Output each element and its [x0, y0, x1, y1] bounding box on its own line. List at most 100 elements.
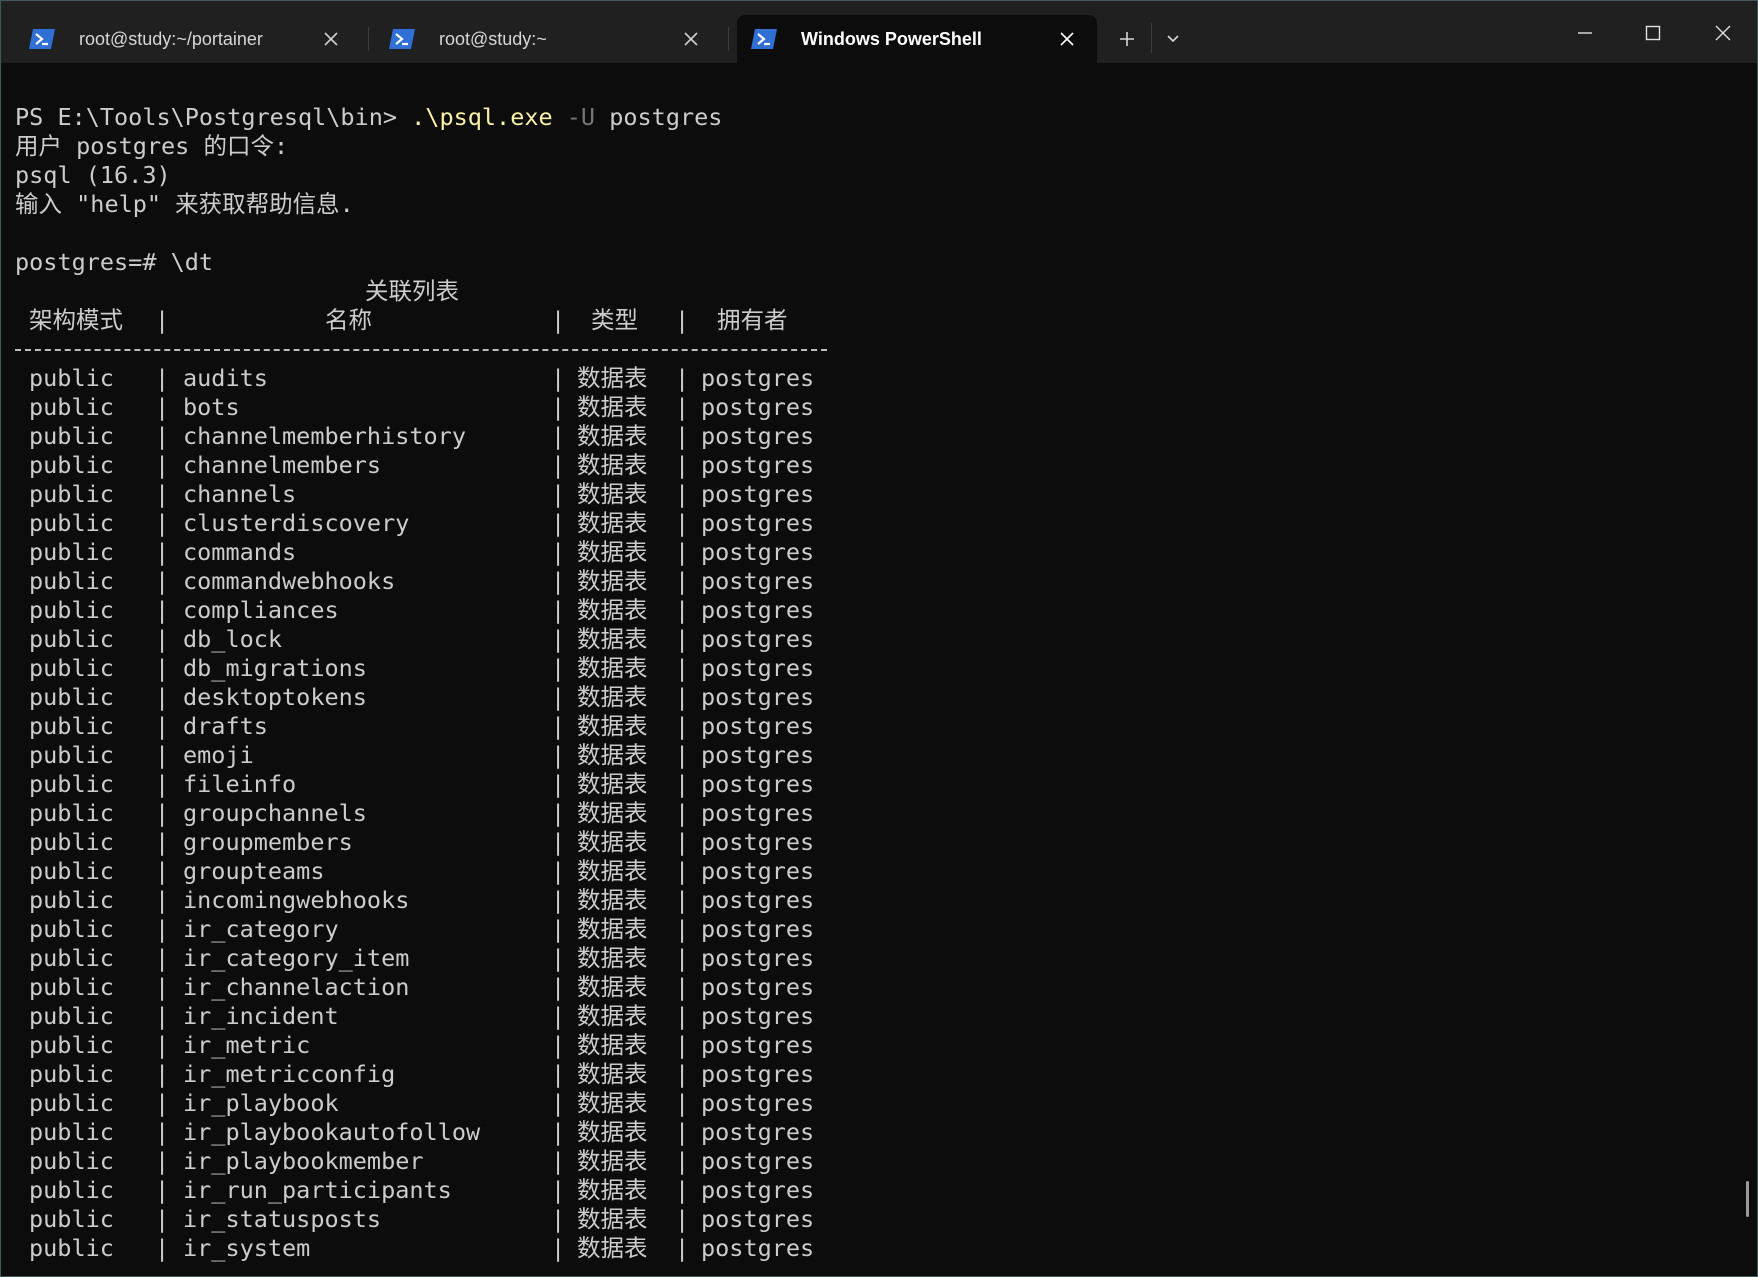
column-separator: | [675, 654, 690, 682]
new-tab-button[interactable] [1111, 23, 1143, 55]
minimize-icon [1578, 32, 1592, 34]
column-separator: | [675, 683, 690, 711]
column-separator: | [675, 741, 690, 769]
cell-owner: postgres [701, 654, 815, 682]
cell-owner: postgres [701, 1060, 815, 1088]
column-separator: | [155, 364, 170, 392]
cell-type: 数据表 [577, 509, 648, 537]
tab-portainer[interactable]: root@study:~/portainer [15, 15, 369, 63]
column-separator: | [155, 538, 170, 566]
column-separator: | [155, 683, 170, 711]
column-separator: | [675, 451, 690, 479]
table-row: public | audits | 数据表 | postgres [15, 364, 1715, 393]
table-body: public | audits | 数据表 | postgres public | bots | 数据… [15, 364, 1715, 1263]
scrollbar-thumb[interactable] [1746, 1181, 1749, 1217]
cell-type: 数据表 [577, 857, 648, 885]
cell-type: 数据表 [577, 712, 648, 740]
cell-owner: postgres [701, 770, 815, 798]
cell-schema: public [29, 596, 114, 624]
column-separator: | [675, 422, 690, 450]
table-row: public | emoji | 数据表 | postgres [15, 741, 1715, 770]
cell-owner: postgres [701, 538, 815, 566]
close-tab-icon[interactable] [321, 29, 341, 49]
profile-dropdown-button[interactable] [1159, 23, 1187, 55]
command-argument: postgres [595, 103, 723, 131]
cell-type: 数据表 [577, 1147, 648, 1175]
cell-type: 数据表 [577, 422, 648, 450]
cell-name: channelmemberhistory [183, 422, 466, 450]
cell-type: 数据表 [577, 1118, 648, 1146]
column-separator: | [551, 799, 566, 827]
column-separator: | [155, 1060, 170, 1088]
maximize-button[interactable] [1631, 15, 1675, 51]
column-separator: | [675, 1089, 690, 1117]
cell-type: 数据表 [577, 625, 648, 653]
cell-type: 数据表 [577, 799, 648, 827]
cell-schema: public [29, 393, 114, 421]
cell-name: ir_statusposts [183, 1205, 382, 1233]
cell-schema: public [29, 1205, 114, 1233]
cell-schema: public [29, 944, 114, 972]
cell-schema: public [29, 654, 114, 682]
column-separator: | [675, 364, 690, 392]
cell-owner: postgres [701, 480, 815, 508]
cell-name: ir_category_item [183, 944, 410, 972]
cell-schema: public [29, 1147, 114, 1175]
tab-windows-powershell[interactable]: Windows PowerShell [737, 15, 1097, 63]
header-type: 类型 [591, 306, 638, 334]
table-row: public | ir_category | 数据表 | postgres [15, 915, 1715, 944]
column-separator: | [675, 480, 690, 508]
command-flag: -U [552, 103, 596, 131]
terminal-output[interactable]: PS E:\Tools\Postgresql\bin> .\psql.exe -… [15, 103, 1715, 1273]
column-separator: | [155, 944, 170, 972]
minimize-button[interactable] [1563, 15, 1607, 51]
cell-name: emoji [183, 741, 254, 769]
cell-owner: postgres [701, 422, 815, 450]
table-row: public | ir_playbookmember | 数据表 | postgres [15, 1147, 1715, 1176]
table-row: public | channels | 数据表 | postgres [15, 480, 1715, 509]
column-separator: | [155, 509, 170, 537]
column-separator: | [155, 770, 170, 798]
table-row: public | ir_metricconfig | 数据表 | postgres [15, 1060, 1715, 1089]
table-row: public | desktoptokens | 数据表 | postgres [15, 683, 1715, 712]
cell-owner: postgres [701, 741, 815, 769]
column-separator: | [675, 1205, 690, 1233]
cell-schema: public [29, 683, 114, 711]
column-separator: | [155, 625, 170, 653]
column-separator: | [155, 422, 170, 450]
cell-owner: postgres [701, 1118, 815, 1146]
table-row: public | clusterdiscovery | 数据表 | postgres [15, 509, 1715, 538]
column-separator: | [551, 828, 566, 856]
column-separator: | [675, 944, 690, 972]
column-separator: | [551, 1205, 566, 1233]
column-separator: | [675, 1031, 690, 1059]
close-tab-icon[interactable] [681, 29, 701, 49]
column-separator: | [675, 509, 690, 537]
table-row: public | ir_channelaction | 数据表 | postgres [15, 973, 1715, 1002]
cell-name: fileinfo [183, 770, 297, 798]
cell-schema: public [29, 799, 114, 827]
table-row: public | ir_incident | 数据表 | postgres [15, 1002, 1715, 1031]
column-separator: | [155, 857, 170, 885]
powershell-icon [389, 29, 415, 49]
cell-name: commandwebhooks [183, 567, 396, 595]
cell-name: bots [183, 393, 240, 421]
header-owner: 拥有者 [717, 306, 788, 334]
table-divider [15, 335, 1715, 364]
tab-root-home[interactable]: root@study:~ [375, 15, 729, 63]
column-separator: | [675, 828, 690, 856]
help-hint: 输入 "help" 来获取帮助信息. [15, 190, 354, 218]
cell-name: ir_channelaction [183, 973, 410, 1001]
header-name: 名称 [325, 306, 372, 334]
cell-name: audits [183, 364, 268, 392]
close-window-button[interactable] [1701, 15, 1745, 51]
table-header: 架构模式 | 名称 | 类型 | 拥有者 [15, 306, 1715, 335]
column-separator: | [551, 1031, 566, 1059]
cell-name: commands [183, 538, 297, 566]
column-separator: | [675, 915, 690, 943]
column-separator: | [675, 799, 690, 827]
close-tab-icon[interactable] [1057, 29, 1077, 49]
cell-owner: postgres [701, 1147, 815, 1175]
column-separator: | [551, 712, 566, 740]
cell-name: groupchannels [183, 799, 367, 827]
